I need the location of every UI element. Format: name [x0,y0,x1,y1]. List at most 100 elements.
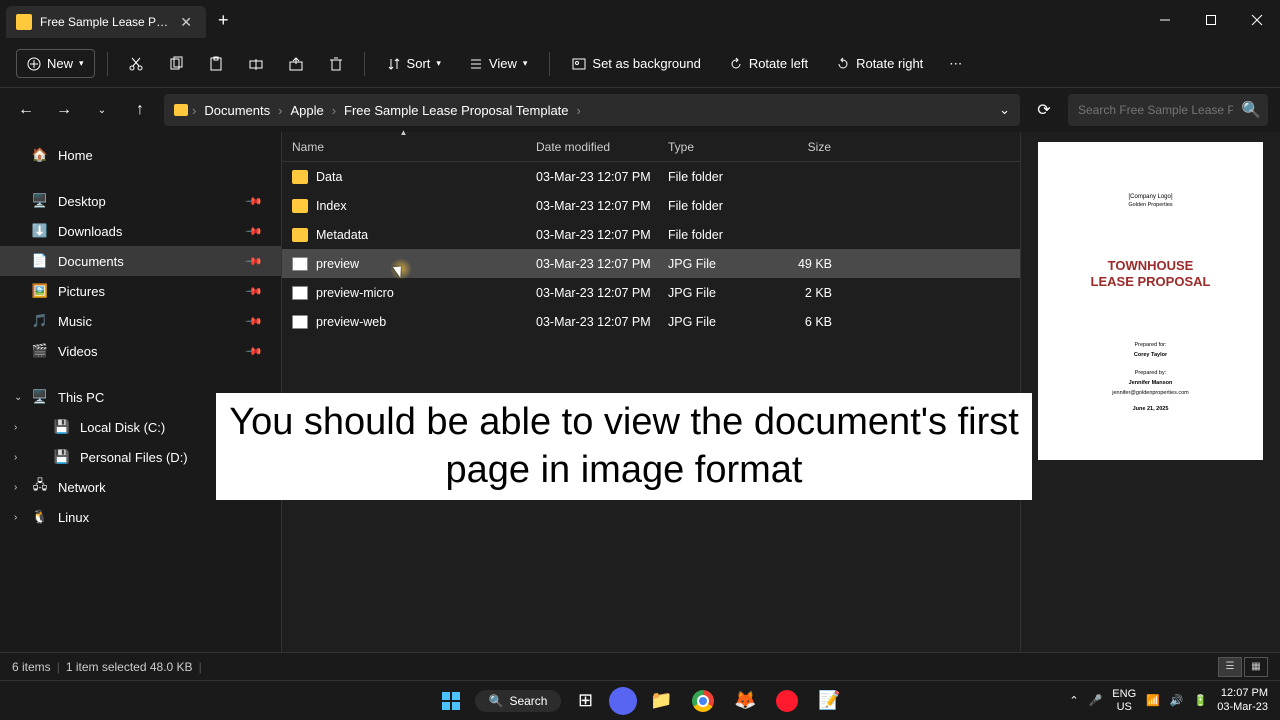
taskbar-app-explorer[interactable]: 📁 [643,683,679,719]
taskbar-app-chat[interactable] [609,687,637,715]
view-icon [469,57,483,71]
minimize-button[interactable] [1142,0,1188,40]
close-tab-icon[interactable]: ✕ [176,14,196,31]
sidebar-item-home[interactable]: 🏠 Home [0,140,281,170]
recent-button[interactable]: ⌄ [88,96,116,124]
rotate-left-button[interactable]: Rotate left [719,50,818,77]
tray-language[interactable]: ENG US [1112,688,1136,712]
rename-icon [248,56,264,72]
crumb-apple[interactable]: Apple [286,101,327,120]
sidebar-item-pictures[interactable]: 🖼️Pictures📌 [0,276,281,306]
crumb-documents[interactable]: Documents [200,101,274,120]
taskbar-app-opera[interactable] [769,683,805,719]
jpg-icon [292,286,308,300]
window-controls [1142,0,1280,40]
column-date[interactable]: Date modified [526,132,658,161]
chevron-right-icon[interactable]: › [14,512,17,523]
maximize-button[interactable] [1188,0,1234,40]
file-row[interactable]: Data 03-Mar-23 12:07 PM File folder [282,162,1020,191]
chevron-right-icon: › [332,103,336,118]
tray-battery-icon[interactable]: 🔋 [1194,694,1208,707]
crumb-folder[interactable]: Free Sample Lease Proposal Template [340,101,573,120]
chevron-right-icon: › [278,103,282,118]
folder-icon: 🖼️ [32,283,48,299]
column-headers: ▲ Name Date modified Type Size [282,132,1020,162]
new-button[interactable]: New ▾ [16,49,95,78]
preview-pane: [Company Logo] Golden Properties TOWNHOU… [1020,132,1280,652]
status-item-count: 6 items [12,660,51,674]
search-input[interactable] [1078,103,1233,117]
more-button[interactable]: ⋯ [941,50,970,78]
thumbnails-view-button[interactable]: ▦ [1244,657,1268,677]
file-row[interactable]: Metadata 03-Mar-23 12:07 PM File folder [282,220,1020,249]
sidebar-item-linux[interactable]: › 🐧 Linux [0,502,281,532]
paste-button[interactable] [200,50,232,78]
tray-wifi-icon[interactable]: 📶 [1146,694,1160,707]
file-row[interactable]: preview 03-Mar-23 12:07 PM JPG File 49 K… [282,249,1020,278]
sidebar-item-downloads[interactable]: ⬇️Downloads📌 [0,216,281,246]
pin-icon: 📌 [245,342,264,361]
tray-clock[interactable]: 12:07 PM 03-Mar-23 [1217,687,1268,713]
set-background-button[interactable]: Set as background [562,50,710,77]
chevron-down-icon[interactable]: ⌄ [999,102,1010,118]
start-button[interactable] [433,683,469,719]
folder-icon [292,199,308,213]
chevron-down-icon[interactable]: ⌄ [14,392,22,403]
plus-circle-icon [27,57,41,71]
copy-button[interactable] [160,50,192,78]
cut-button[interactable] [120,50,152,78]
view-button[interactable]: View ▾ [459,50,537,77]
sidebar-item-music[interactable]: 🎵Music📌 [0,306,281,336]
taskbar-app-notepad[interactable]: 📝 [811,683,847,719]
tray-volume-icon[interactable]: 🔊 [1170,694,1184,707]
file-row[interactable]: preview-web 03-Mar-23 12:07 PM JPG File … [282,307,1020,336]
details-view-button[interactable]: ☰ [1218,657,1242,677]
sidebar-item-documents[interactable]: 📄Documents📌 [0,246,281,276]
up-button[interactable]: ↑ [126,96,154,124]
taskbar-app-chrome[interactable] [685,683,721,719]
new-tab-button[interactable]: + [206,10,241,31]
rename-button[interactable] [240,50,272,78]
browser-tab[interactable]: Free Sample Lease Proposal T ✕ [6,6,206,38]
rotate-left-icon [729,57,743,71]
folder-icon: 📄 [32,253,48,269]
folder-icon: 🎵 [32,313,48,329]
delete-button[interactable] [320,50,352,78]
refresh-button[interactable]: ⟳ [1030,96,1058,124]
file-row[interactable]: preview-micro 03-Mar-23 12:07 PM JPG Fil… [282,278,1020,307]
share-button[interactable] [280,50,312,78]
column-size[interactable]: Size [770,132,842,161]
tray-mic-icon[interactable]: 🎤 [1089,694,1103,707]
taskbar-app-firefox[interactable]: 🦊 [727,683,763,719]
chevron-right-icon[interactable]: › [14,422,17,433]
linux-icon: 🐧 [32,509,48,525]
forward-button[interactable]: → [50,96,78,124]
network-icon: 🖧 [32,479,48,495]
sidebar-item-desktop[interactable]: 🖥️Desktop📌 [0,186,281,216]
close-window-button[interactable] [1234,0,1280,40]
ellipsis-icon: ⋯ [949,56,962,72]
file-row[interactable]: Index 03-Mar-23 12:07 PM File folder [282,191,1020,220]
pc-icon: 🖥️ [32,389,48,405]
search-box[interactable]: 🔍 [1068,94,1268,126]
back-button[interactable]: ← [12,96,40,124]
task-view-button[interactable]: ⊞ [567,683,603,719]
chevron-right-icon[interactable]: › [14,452,17,463]
chevron-right-icon[interactable]: › [14,482,17,493]
doc-company: Golden Properties [1058,202,1243,208]
tray-chevron-icon[interactable]: ⌃ [1069,694,1078,707]
sort-button[interactable]: Sort ▾ [377,50,451,77]
drive-icon: 💾 [54,419,70,435]
chevron-down-icon: ▾ [523,58,528,69]
rotate-right-button[interactable]: Rotate right [826,50,933,77]
column-type[interactable]: Type [658,132,770,161]
system-tray: ⌃ 🎤 ENG US 📶 🔊 🔋 12:07 PM 03-Mar-23 [1069,687,1268,713]
breadcrumb[interactable]: › Documents › Apple › Free Sample Lease … [164,94,1020,126]
copy-icon [168,56,184,72]
titlebar: Free Sample Lease Proposal T ✕ + [0,0,1280,40]
sidebar-item-videos[interactable]: 🎬Videos📌 [0,336,281,366]
taskbar-search[interactable]: 🔍 Search [475,690,562,712]
chevron-right-icon: › [192,103,196,118]
folder-icon: 🖥️ [32,193,48,209]
column-name[interactable]: ▲ Name [282,132,526,161]
